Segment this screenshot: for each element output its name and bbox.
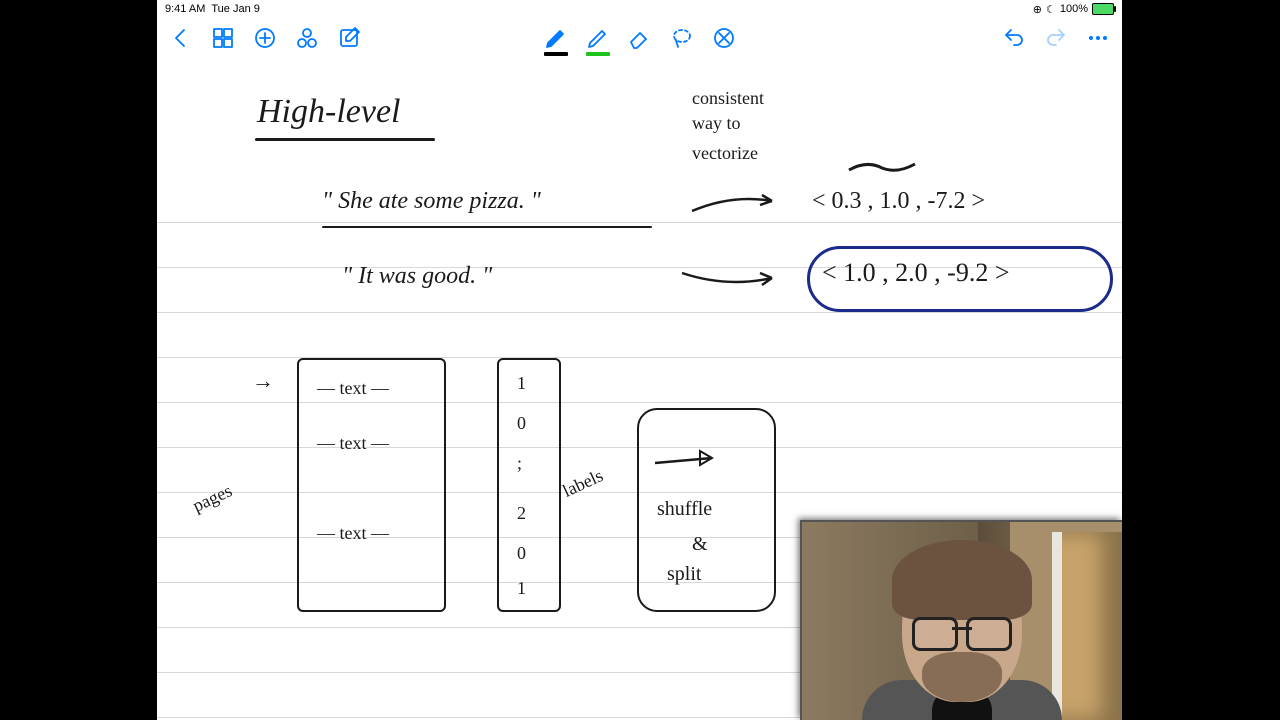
webcam-overlay (800, 520, 1122, 720)
labels-label: labels (560, 465, 607, 502)
clear-tool-icon[interactable] (712, 26, 736, 50)
label-3: ; (517, 453, 522, 474)
highlighter-tool-icon[interactable] (586, 26, 610, 50)
shuffle-text-2: & (692, 533, 708, 556)
sentence-2: " It was good. " (342, 263, 492, 290)
label-5: 0 (517, 543, 526, 564)
status-date: Tue Jan 9 (211, 3, 260, 15)
arrow-1-icon (687, 186, 787, 221)
text-row-2: — text — (317, 433, 389, 454)
status-bar: 9:41 AM Tue Jan 9 ⊕ ☾ 100% (157, 0, 1122, 18)
label-4: 2 (517, 503, 526, 524)
label-2: 0 (517, 413, 526, 434)
eraser-tool-icon[interactable] (628, 26, 652, 50)
vector-2-circle (807, 246, 1113, 312)
battery-icon (1092, 3, 1114, 15)
status-time: 9:41 AM (165, 3, 205, 15)
undo-icon[interactable] (1002, 26, 1026, 50)
back-icon[interactable] (169, 26, 193, 50)
orientation-lock-icon: ⊕ (1033, 3, 1042, 16)
grid-icon[interactable] (211, 26, 235, 50)
note-title: High-level (257, 93, 401, 131)
shuffle-text-3: split (667, 563, 701, 586)
pages-label: pages (189, 480, 235, 516)
title-underline (255, 138, 435, 141)
labels-box (497, 358, 561, 612)
scribble-icon (847, 158, 917, 176)
pen-tool-active-icon[interactable] (544, 26, 568, 50)
more-icon[interactable] (1086, 26, 1110, 50)
lasso-tool-icon[interactable] (670, 26, 694, 50)
arrow-3-icon (652, 448, 727, 473)
compose-icon[interactable] (337, 26, 361, 50)
note-consistent: consistent (692, 88, 764, 109)
note-way-to: way to (692, 113, 741, 134)
arrow-into-pages-icon: → (252, 368, 274, 394)
shuffle-text-1: shuffle (657, 498, 712, 521)
label-1: 1 (517, 373, 526, 394)
arrow-2-icon (677, 263, 787, 293)
sentence-1-underline (322, 226, 652, 228)
app-toolbar (157, 18, 1122, 58)
note-vectorize: vectorize (692, 143, 758, 164)
add-icon[interactable] (253, 26, 277, 50)
vector-1: < 0.3 , 1.0 , -7.2 > (812, 188, 985, 215)
ipad-frame: 9:41 AM Tue Jan 9 ⊕ ☾ 100% (157, 0, 1122, 720)
redo-icon[interactable] (1044, 26, 1068, 50)
label-6: 1 (517, 578, 526, 599)
shapes-icon[interactable] (295, 26, 319, 50)
text-row-3: — text — (317, 523, 389, 544)
moon-icon: ☾ (1046, 3, 1056, 16)
text-row-1: — text — (317, 378, 389, 399)
battery-label: 100% (1060, 3, 1088, 15)
sentence-1: " She ate some pizza. " (322, 188, 541, 215)
